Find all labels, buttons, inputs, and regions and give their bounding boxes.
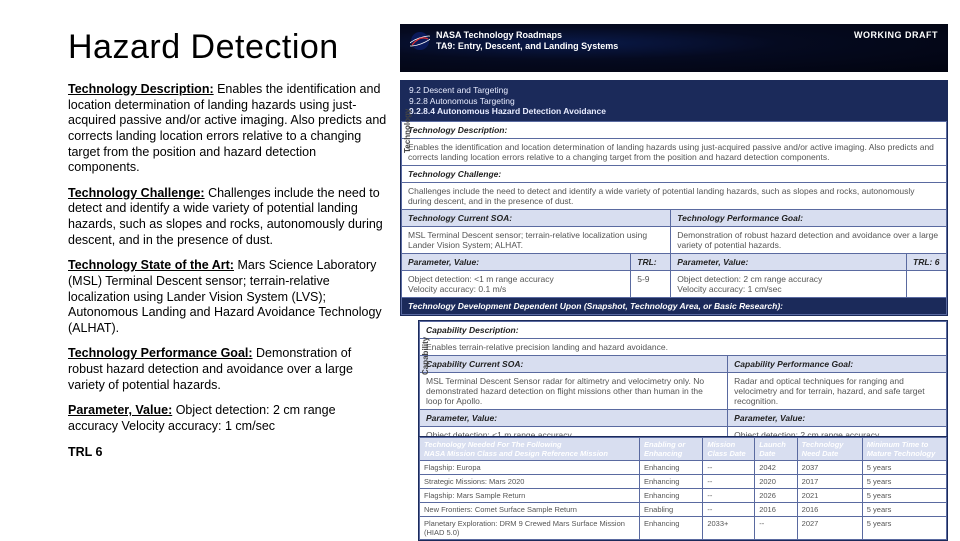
snapshot-technology: 9.2 Descent and Targeting 9.2.8 Autonomo… (400, 80, 948, 316)
tech-param-value: Parameter, Value: Object detection: 2 cm… (68, 403, 388, 434)
snapshot-mission-table: Technology Needed For The Following NASA… (418, 436, 948, 541)
breadcrumb: 9.2.8 Autonomous Targeting (409, 96, 939, 107)
table-row: New Frontiers: Comet Surface Sample Retu… (420, 503, 947, 517)
table-row: Strategic Missions: Mars 2020Enhancing--… (420, 475, 947, 489)
table-row: Planetary Exploration: DRM 9 Crewed Mars… (420, 517, 947, 540)
table-row: Flagship: EuropaEnhancing--204220375 yea… (420, 461, 947, 475)
tech-description: Technology Description: Enables the iden… (68, 82, 388, 176)
tech-challenge: Technology Challenge: Challenges include… (68, 186, 388, 249)
figure-header: NASA Technology Roadmaps TA9: Entry, Des… (400, 24, 948, 72)
left-column: Technology Description: Enables the iden… (68, 82, 388, 470)
section-side-label: Technology (403, 109, 412, 153)
breadcrumb: 9.2.8.4 Autonomous Hazard Detection Avoi… (409, 106, 939, 117)
dependent-upon-bar: Technology Development Dependent Upon (S… (402, 297, 947, 314)
tech-goal: Technology Performance Goal: Demonstrati… (68, 346, 388, 393)
section-side-label: Capability (421, 337, 430, 375)
figure-header-line2: TA9: Entry, Descent, and Landing Systems (436, 41, 618, 52)
table-row: Flagship: Mars Sample ReturnEnhancing--2… (420, 489, 947, 503)
tech-trl: TRL 6 (68, 445, 388, 461)
working-draft-label: WORKING DRAFT (854, 30, 938, 41)
slide: Hazard Detection Technology Description:… (0, 0, 960, 540)
breadcrumb: 9.2 Descent and Targeting (409, 85, 939, 96)
figure-header-line1: NASA Technology Roadmaps (436, 30, 618, 41)
tech-soa: Technology State of the Art: Mars Scienc… (68, 258, 388, 336)
nasa-logo-icon (410, 31, 430, 51)
page-title: Hazard Detection (68, 28, 339, 67)
snapshot-capability: Capability Capability Description: Enabl… (418, 320, 948, 455)
